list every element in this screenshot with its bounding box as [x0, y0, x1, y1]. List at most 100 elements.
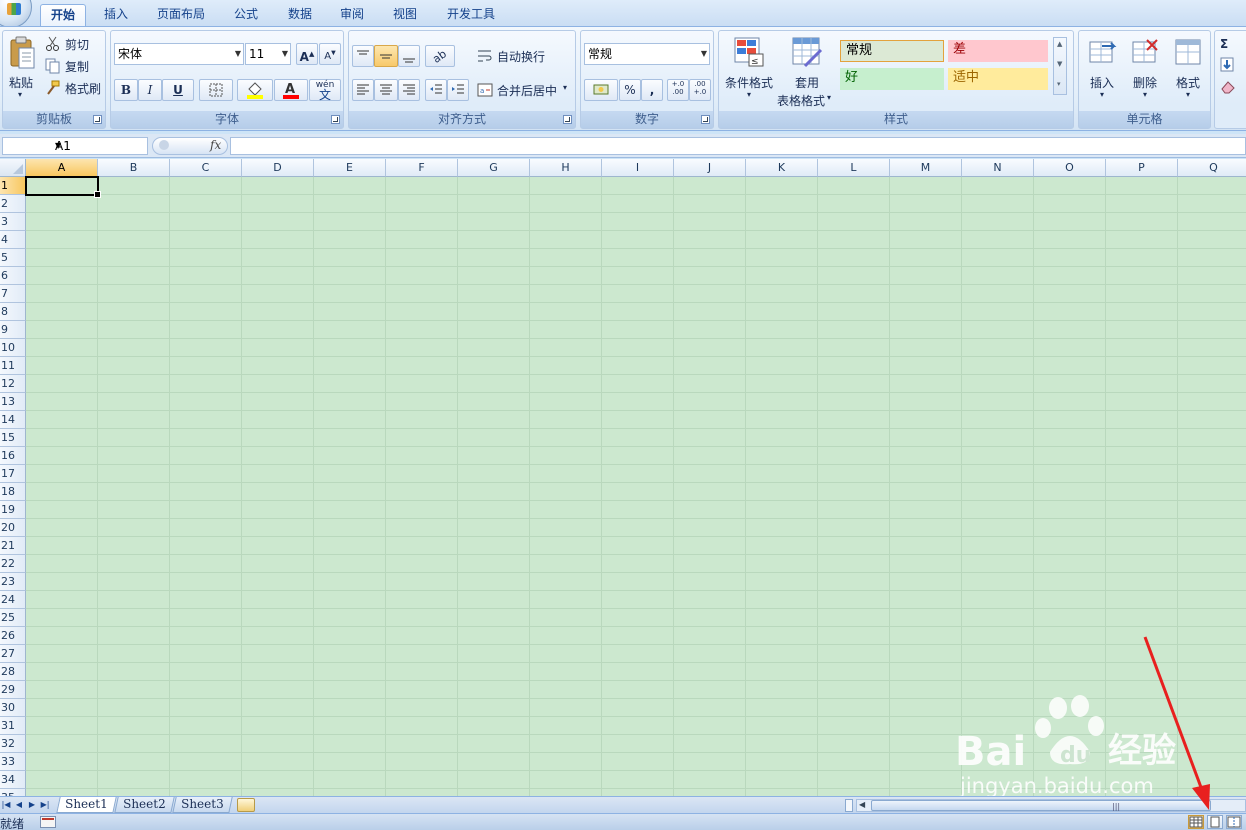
percent-button[interactable]: %: [619, 79, 641, 101]
orientation-button[interactable]: ab: [425, 45, 455, 67]
column-header[interactable]: Q: [1178, 159, 1246, 177]
row-header[interactable]: 8: [0, 303, 26, 321]
row-header[interactable]: 12: [0, 375, 26, 393]
column-header[interactable]: O: [1034, 159, 1106, 177]
font-color-button[interactable]: A: [274, 79, 308, 101]
row-header[interactable]: 31: [0, 717, 26, 735]
row-header[interactable]: 14: [0, 411, 26, 429]
row-header[interactable]: 5: [0, 249, 26, 267]
wrap-text-button[interactable]: 自动换行: [477, 45, 573, 67]
style-bad[interactable]: 差: [948, 40, 1048, 62]
column-header[interactable]: L: [818, 159, 890, 177]
insert-cells-button[interactable]: 插入 ▾: [1082, 34, 1122, 106]
align-center-button[interactable]: [374, 79, 398, 101]
column-header[interactable]: E: [314, 159, 386, 177]
sheet-tab-3[interactable]: Sheet3: [172, 797, 233, 813]
row-header[interactable]: 26: [0, 627, 26, 645]
column-header[interactable]: P: [1106, 159, 1178, 177]
font-size-select[interactable]: 11 ▼: [245, 43, 291, 65]
row-header[interactable]: 25: [0, 609, 26, 627]
font-name-select[interactable]: 宋体 ▼: [114, 43, 244, 65]
formula-input[interactable]: [230, 137, 1246, 155]
tab-developer[interactable]: 开发工具: [438, 4, 504, 27]
align-top-button[interactable]: [352, 45, 374, 67]
align-bottom-button[interactable]: [398, 45, 420, 67]
row-header[interactable]: 3: [0, 213, 26, 231]
copy-button[interactable]: 复制: [45, 57, 101, 75]
row-header[interactable]: 13: [0, 393, 26, 411]
row-header[interactable]: 6: [0, 267, 26, 285]
row-header[interactable]: 34: [0, 771, 26, 789]
style-normal[interactable]: 常规: [840, 40, 944, 62]
row-header[interactable]: 27: [0, 645, 26, 663]
row-header[interactable]: 9: [0, 321, 26, 339]
format-painter-button[interactable]: 格式刷: [45, 79, 105, 97]
row-header[interactable]: 7: [0, 285, 26, 303]
column-header[interactable]: F: [386, 159, 458, 177]
horizontal-scrollbar[interactable]: ◀ |||: [856, 799, 1246, 812]
clear-eraser-icon[interactable]: [1220, 79, 1236, 95]
row-header[interactable]: 30: [0, 699, 26, 717]
column-header[interactable]: J: [674, 159, 746, 177]
row-header[interactable]: 28: [0, 663, 26, 681]
tab-review[interactable]: 审阅: [332, 4, 372, 27]
style-neutral[interactable]: 适中: [948, 68, 1048, 90]
italic-button[interactable]: I: [138, 79, 162, 101]
tab-formulas[interactable]: 公式: [226, 4, 266, 27]
column-header[interactable]: D: [242, 159, 314, 177]
number-dialog-launcher-icon[interactable]: [701, 115, 710, 124]
row-header[interactable]: 1: [0, 177, 26, 195]
column-header[interactable]: K: [746, 159, 818, 177]
column-header[interactable]: M: [890, 159, 962, 177]
row-header[interactable]: 11: [0, 357, 26, 375]
column-header[interactable]: H: [530, 159, 602, 177]
worksheet-grid[interactable]: ABCDEFGHIJKLMNOPQ 1 2 3 4 5 6 7 8 9 10 11 12 13 14 15 1…: [0, 159, 1246, 796]
row-header[interactable]: 20: [0, 519, 26, 537]
conditional-format-button[interactable]: ≤ 条件格式 ▾: [721, 34, 777, 106]
format-as-table-button[interactable]: 套用 表格格式 ▾: [777, 34, 839, 108]
row-header[interactable]: 2: [0, 195, 26, 213]
font-dialog-launcher-icon[interactable]: [331, 115, 340, 124]
tab-data[interactable]: 数据: [280, 4, 320, 27]
tab-home[interactable]: 开始: [40, 4, 86, 27]
scroll-thumb[interactable]: |||: [871, 800, 1211, 811]
column-header[interactable]: C: [170, 159, 242, 177]
row-header[interactable]: 23: [0, 573, 26, 591]
prev-sheet-icon[interactable]: ◀: [13, 798, 25, 812]
shrink-font-button[interactable]: A▼: [319, 43, 341, 65]
increase-decimal-button[interactable]: +.0 .00: [667, 79, 689, 101]
style-good[interactable]: 好: [840, 68, 944, 90]
fill-color-button[interactable]: [237, 79, 273, 101]
row-header[interactable]: 35: [0, 789, 26, 796]
select-all-button[interactable]: [0, 159, 26, 177]
insert-sheet-icon[interactable]: [237, 798, 255, 812]
align-left-button[interactable]: [352, 79, 374, 101]
record-macro-icon[interactable]: [40, 816, 56, 828]
row-header[interactable]: 29: [0, 681, 26, 699]
tab-view[interactable]: 视图: [385, 4, 425, 27]
column-header[interactable]: N: [962, 159, 1034, 177]
row-header[interactable]: 19: [0, 501, 26, 519]
column-header[interactable]: G: [458, 159, 530, 177]
row-header[interactable]: 4: [0, 231, 26, 249]
accounting-format-button[interactable]: [584, 79, 618, 101]
cut-button[interactable]: 剪切: [45, 35, 101, 53]
merge-center-button[interactable]: a 合并后居中 ▾: [477, 79, 573, 101]
last-sheet-icon[interactable]: ▶|: [39, 798, 51, 812]
autosum-icon[interactable]: Σ: [1220, 37, 1228, 51]
decrease-decimal-button[interactable]: .00 +.0: [689, 79, 711, 101]
row-header[interactable]: 32: [0, 735, 26, 753]
name-box[interactable]: A1 ▼: [2, 137, 148, 155]
normal-view-button[interactable]: [1188, 815, 1204, 829]
row-header[interactable]: 21: [0, 537, 26, 555]
delete-cells-button[interactable]: 删除 ▾: [1125, 34, 1165, 106]
clipboard-dialog-launcher-icon[interactable]: [93, 115, 102, 124]
paste-button[interactable]: 粘贴 ▾: [5, 34, 39, 106]
column-header[interactable]: B: [98, 159, 170, 177]
more-styles-icon[interactable]: ▾: [1057, 80, 1061, 88]
row-header[interactable]: 16: [0, 447, 26, 465]
tab-insert[interactable]: 插入: [96, 4, 136, 27]
insert-function-button[interactable]: fx: [210, 138, 221, 152]
borders-button[interactable]: [199, 79, 233, 101]
scroll-up-icon[interactable]: ▲: [1057, 40, 1062, 48]
